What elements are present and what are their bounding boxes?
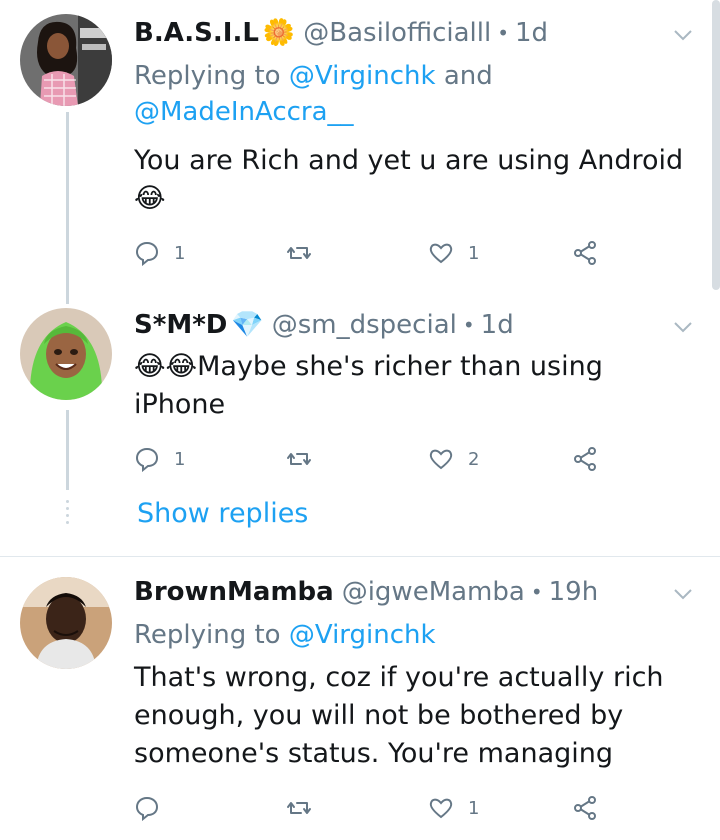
reply-button[interactable]: 1 — [134, 240, 185, 266]
tweet-card[interactable]: BrownMamba @igweMamba • 19h Replying to … — [0, 557, 720, 840]
replying-to: Replying to @Virginchk and @MadeInAccra_… — [134, 58, 493, 130]
retweet-icon — [287, 247, 311, 259]
share-icon — [574, 796, 596, 820]
chevron-down-icon[interactable] — [672, 24, 694, 46]
share-button[interactable] — [572, 446, 598, 472]
like-button[interactable]: 2 — [428, 446, 479, 472]
reply-button[interactable] — [134, 795, 174, 821]
chevron-down-icon[interactable] — [672, 583, 694, 605]
display-name[interactable]: S*M*D — [134, 310, 227, 340]
like-count: 1 — [468, 242, 480, 264]
reply-count: 1 — [174, 448, 186, 470]
heart-icon — [429, 243, 453, 264]
heart-icon — [429, 449, 453, 470]
reply-user-link[interactable]: @Virginchk — [289, 61, 436, 91]
share-icon — [574, 241, 596, 265]
display-name[interactable]: BrownMamba — [134, 577, 334, 607]
tweet-text: 😂😂Maybe she's richer than using iPhone — [134, 348, 694, 424]
timestamp: 19h — [548, 577, 599, 607]
user-handle[interactable]: @sm_dspecial — [272, 310, 457, 340]
tweet-header: B.A.S.I.L 🌼 @Basilofficialll • 1d — [134, 18, 548, 48]
reply-count: 1 — [174, 242, 186, 264]
show-replies-link[interactable]: Show replies — [137, 498, 308, 529]
replying-to: Replying to @Virginchk — [134, 617, 436, 653]
chevron-down-icon[interactable] — [672, 316, 694, 338]
tweet-header: S*M*D 💎 @sm_dspecial • 1d — [134, 310, 514, 340]
user-handle[interactable]: @igweMamba — [342, 577, 525, 607]
avatar[interactable] — [20, 308, 112, 400]
user-handle[interactable]: @Basilofficialll — [303, 18, 491, 48]
like-button[interactable]: 1 — [428, 240, 479, 266]
tweet-text-line: That's wrong, coz if you're actually ric… — [134, 662, 664, 693]
retweet-icon — [287, 802, 311, 814]
display-name[interactable]: B.A.S.I.L — [134, 18, 259, 48]
replying-to-label: Replying to — [134, 61, 289, 91]
tweet-card[interactable]: S*M*D 💎 @sm_dspecial • 1d 😂😂Maybe she's … — [0, 300, 720, 555]
replying-to-and: and — [435, 61, 493, 91]
tweet-text-line: iPhone — [134, 389, 226, 420]
tweet-actions: 1 1 — [134, 240, 614, 270]
like-count: 1 — [468, 797, 480, 819]
avatar[interactable] — [20, 14, 112, 106]
tweet-text-line: 😂 — [134, 183, 166, 214]
avatar[interactable] — [20, 577, 112, 669]
tweet-actions: 1 2 — [134, 446, 614, 476]
retweet-button[interactable] — [286, 446, 326, 472]
reply-icon — [135, 241, 159, 266]
name-emoji: 🌼 — [262, 18, 296, 48]
reply-icon — [135, 796, 159, 821]
replying-to-label: Replying to — [134, 620, 289, 650]
reply-button[interactable]: 1 — [134, 446, 185, 472]
like-count: 2 — [468, 448, 480, 470]
heart-icon — [429, 798, 453, 819]
retweet-button[interactable] — [286, 240, 326, 266]
tweet-actions: 1 — [134, 795, 614, 825]
timestamp: 1d — [515, 18, 549, 48]
share-icon — [574, 447, 596, 471]
tweet-text: That's wrong, coz if you're actually ric… — [134, 659, 694, 773]
reply-user-link[interactable]: @MadeInAccra__ — [134, 97, 354, 127]
tweet-text: You are Rich and yet u are using Android… — [134, 142, 694, 218]
tweet-text-line: someone's status. You're managing — [134, 738, 613, 769]
separator-dot: • — [530, 580, 543, 604]
tweet-text-line: You are Rich and yet u are using Android — [134, 145, 684, 176]
retweet-button[interactable] — [286, 795, 326, 821]
like-button[interactable]: 1 — [428, 795, 479, 821]
name-emoji: 💎 — [231, 310, 264, 340]
reply-user-link[interactable]: @Virginchk — [289, 620, 436, 650]
separator-dot: • — [462, 313, 475, 337]
reply-icon — [135, 447, 159, 472]
share-button[interactable] — [572, 240, 598, 266]
share-button[interactable] — [572, 795, 598, 821]
retweet-icon — [287, 453, 311, 465]
separator-dot: • — [497, 21, 510, 45]
tweet-text-line: 😂😂Maybe she's richer than using — [134, 351, 603, 382]
tweet-card[interactable]: B.A.S.I.L 🌼 @Basilofficialll • 1d Replyi… — [0, 0, 720, 300]
tweet-header: BrownMamba @igweMamba • 19h — [134, 577, 598, 607]
timestamp: 1d — [480, 310, 514, 340]
tweet-text-line: enough, you will not be bothered by — [134, 700, 624, 731]
